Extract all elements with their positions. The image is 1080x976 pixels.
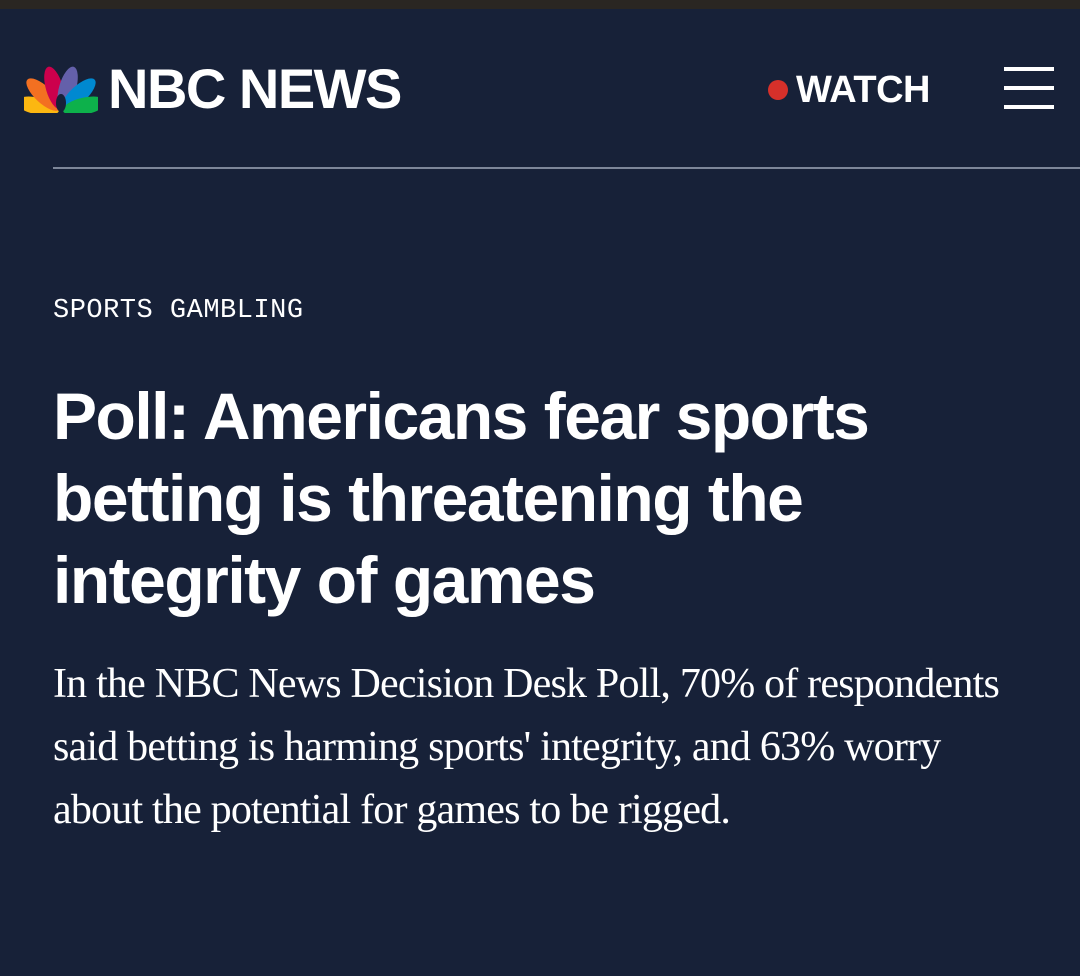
article-dek: In the NBC News Decision Desk Poll, 70% … (53, 661, 1000, 833)
menu-bar (1004, 67, 1054, 71)
peacock-body (56, 94, 66, 112)
nbc-peacock-icon (24, 66, 98, 113)
live-dot-icon (768, 80, 788, 100)
menu-bar (1004, 105, 1054, 109)
logo-text: NBC NEWS (108, 57, 402, 120)
watch-button[interactable]: WATCH (768, 69, 931, 111)
hamburger-menu-icon[interactable] (1004, 67, 1054, 109)
site-header: NBC NEWS WATCH (0, 9, 1080, 169)
menu-bar (1004, 86, 1054, 90)
top-strip (0, 0, 1080, 9)
watch-label: WATCH (796, 69, 931, 111)
nbc-news-logo[interactable]: NBC NEWS (24, 57, 402, 120)
header-divider (53, 167, 1080, 169)
article-headline: Poll: Americans fear sports betting is t… (53, 379, 870, 617)
section-label[interactable]: SPORTS GAMBLING (53, 294, 304, 328)
